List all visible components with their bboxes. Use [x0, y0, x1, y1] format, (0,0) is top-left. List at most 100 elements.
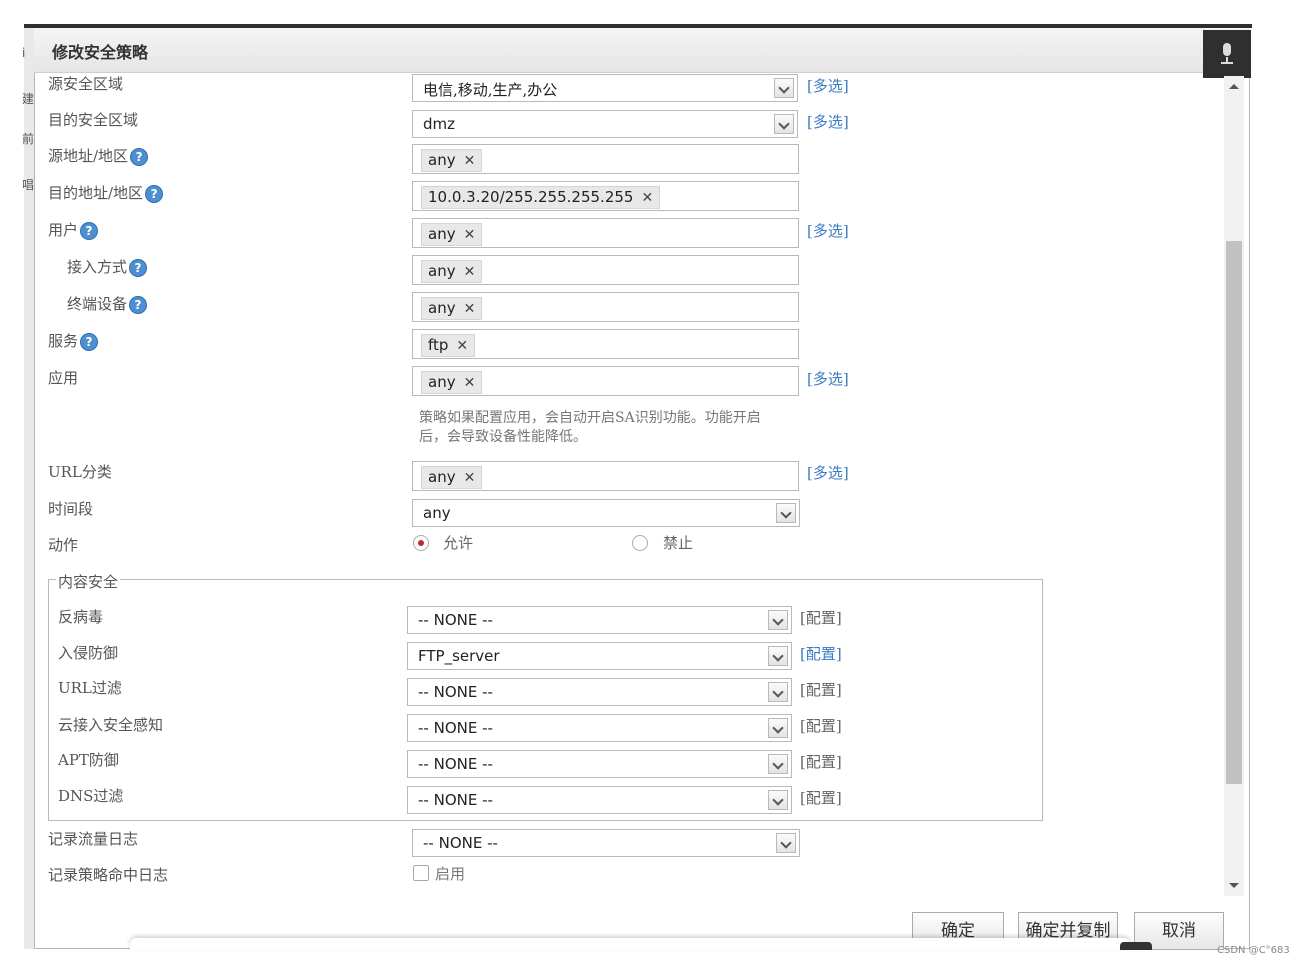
app-multiselect-link[interactable]: [多选] [807, 368, 849, 389]
dst-zone-multiselect-link[interactable]: [多选] [807, 111, 849, 132]
access-mode-label-text: 接入方式 [67, 258, 128, 276]
action-allow-radio[interactable] [413, 535, 429, 551]
user-label-text: 用户 [48, 221, 79, 239]
dialog-titlebar[interactable] [34, 28, 1250, 73]
url-category-input[interactable]: any ✕ [412, 461, 799, 491]
cloud-access-select[interactable]: -- NONE -- [407, 714, 792, 742]
dst-addr-label-text: 目的地址/地区 [48, 184, 144, 202]
dst-addr-tag: 10.0.3.20/255.255.255.255 ✕ [421, 186, 661, 209]
dns-filter-label: DNS过滤 [58, 787, 124, 805]
cloud-access-config-link[interactable]: [配置] [800, 715, 842, 736]
help-icon[interactable]: ? [80, 222, 99, 240]
user-multiselect-link[interactable]: [多选] [807, 220, 849, 241]
src-zone-label: 源安全区域 [48, 75, 124, 93]
background-char: 前 [22, 132, 35, 146]
user-input[interactable]: any ✕ [412, 218, 799, 248]
help-icon[interactable]: ? [129, 296, 148, 314]
service-input[interactable]: ftp ✕ [412, 329, 799, 359]
service-label-text: 服务 [48, 332, 79, 350]
src-addr-label-text: 源地址/地区 [48, 147, 129, 165]
cloud-access-label: 云接入安全感知 [58, 716, 164, 734]
chevron-down-icon[interactable] [768, 718, 788, 738]
url-category-multiselect-link[interactable]: [多选] [807, 462, 849, 483]
remove-tag-icon[interactable]: ✕ [641, 190, 653, 206]
tag-text: any [428, 299, 456, 317]
src-zone-multiselect-link[interactable]: [多选] [807, 75, 849, 96]
background-char: i [22, 46, 26, 60]
url-filter-select[interactable]: -- NONE -- [407, 678, 792, 706]
url-filter-label: URL过滤 [58, 679, 122, 697]
tag-text: 10.0.3.20/255.255.255.255 [428, 188, 634, 206]
tag-text: any [428, 262, 456, 280]
dst-zone-select[interactable]: dmz [412, 110, 798, 138]
tag-text: any [428, 468, 456, 486]
dns-filter-select[interactable]: -- NONE -- [407, 786, 792, 814]
app-input[interactable]: any ✕ [412, 366, 799, 396]
terminal-input[interactable]: any ✕ [412, 292, 799, 322]
help-icon[interactable]: ? [130, 148, 149, 166]
help-icon[interactable]: ? [80, 333, 99, 351]
chevron-down-icon[interactable] [768, 610, 788, 630]
remove-tag-icon[interactable]: ✕ [464, 227, 476, 243]
chevron-down-icon[interactable] [768, 646, 788, 666]
dialog-form-body: 源安全区域 电信,移动,生产,办公 [多选] 目的安全区域 dmz [多选] 源… [38, 72, 1224, 898]
terminal-tag: any ✕ [421, 297, 483, 320]
remove-tag-icon[interactable]: ✕ [456, 338, 468, 354]
remove-tag-icon[interactable]: ✕ [464, 264, 476, 280]
apt-value: -- NONE -- [418, 755, 493, 773]
src-zone-select[interactable]: 电信,移动,生产,办公 [412, 74, 798, 102]
chevron-down-icon[interactable] [776, 833, 796, 853]
help-icon[interactable]: ? [145, 185, 164, 203]
chevron-down-icon[interactable] [768, 790, 788, 810]
tag-text: any [428, 225, 456, 243]
apt-label: APT防御 [58, 751, 119, 769]
chevron-down-icon[interactable] [774, 78, 794, 98]
remove-tag-icon[interactable]: ✕ [464, 470, 476, 486]
underlying-page-edge [130, 938, 1130, 950]
chevron-down-icon[interactable] [774, 114, 794, 134]
dst-addr-input[interactable]: 10.0.3.20/255.255.255.255 ✕ [412, 181, 799, 211]
dns-filter-config-link[interactable]: [配置] [800, 787, 842, 808]
scroll-down-icon[interactable] [1229, 883, 1239, 888]
action-allow-label[interactable]: 允许 [443, 532, 473, 553]
dst-zone-label: 目的安全区域 [48, 111, 139, 129]
src-addr-input[interactable]: any ✕ [412, 144, 799, 174]
chevron-down-icon[interactable] [768, 754, 788, 774]
service-tag: ftp ✕ [421, 334, 476, 357]
scroll-up-icon[interactable] [1229, 84, 1239, 89]
hit-log-checkbox[interactable] [413, 865, 429, 881]
tag-text: any [428, 373, 456, 391]
form-scrollbar[interactable] [1224, 76, 1244, 896]
remove-tag-icon[interactable]: ✕ [464, 375, 476, 391]
chevron-down-icon[interactable] [768, 682, 788, 702]
remove-tag-icon[interactable]: ✕ [464, 301, 476, 317]
url-category-label: URL分类 [48, 463, 112, 481]
help-icon[interactable]: ? [129, 259, 148, 277]
underlying-page-chip [1120, 942, 1152, 950]
action-deny-label[interactable]: 禁止 [663, 532, 693, 553]
antivirus-select[interactable]: -- NONE -- [407, 606, 792, 634]
user-tag: any ✕ [421, 223, 483, 246]
access-mode-input[interactable]: any ✕ [412, 255, 799, 285]
antivirus-label: 反病毒 [58, 608, 104, 626]
url-filter-config-link[interactable]: [配置] [800, 679, 842, 700]
dst-addr-label: 目的地址/地区? [48, 182, 164, 203]
scrollbar-thumb[interactable] [1226, 241, 1242, 784]
apt-select[interactable]: -- NONE -- [407, 750, 792, 778]
traffic-log-select[interactable]: -- NONE -- [412, 829, 800, 857]
remove-tag-icon[interactable]: ✕ [464, 153, 476, 169]
action-deny-radio[interactable] [632, 535, 648, 551]
app-label: 应用 [48, 369, 79, 387]
ips-config-link[interactable]: [配置] [800, 643, 842, 664]
ips-value: FTP_server [418, 647, 500, 665]
microphone-icon[interactable] [1203, 30, 1251, 78]
hit-log-checkbox-label[interactable]: 启用 [435, 863, 465, 884]
apt-config-link[interactable]: [配置] [800, 751, 842, 772]
schedule-select[interactable]: any [412, 499, 800, 527]
schedule-value: any [423, 504, 451, 522]
traffic-log-label: 记录流量日志 [48, 830, 139, 848]
ips-select[interactable]: FTP_server [407, 642, 792, 670]
access-mode-tag: any ✕ [421, 260, 483, 283]
antivirus-config-link[interactable]: [配置] [800, 607, 842, 628]
chevron-down-icon[interactable] [776, 503, 796, 523]
